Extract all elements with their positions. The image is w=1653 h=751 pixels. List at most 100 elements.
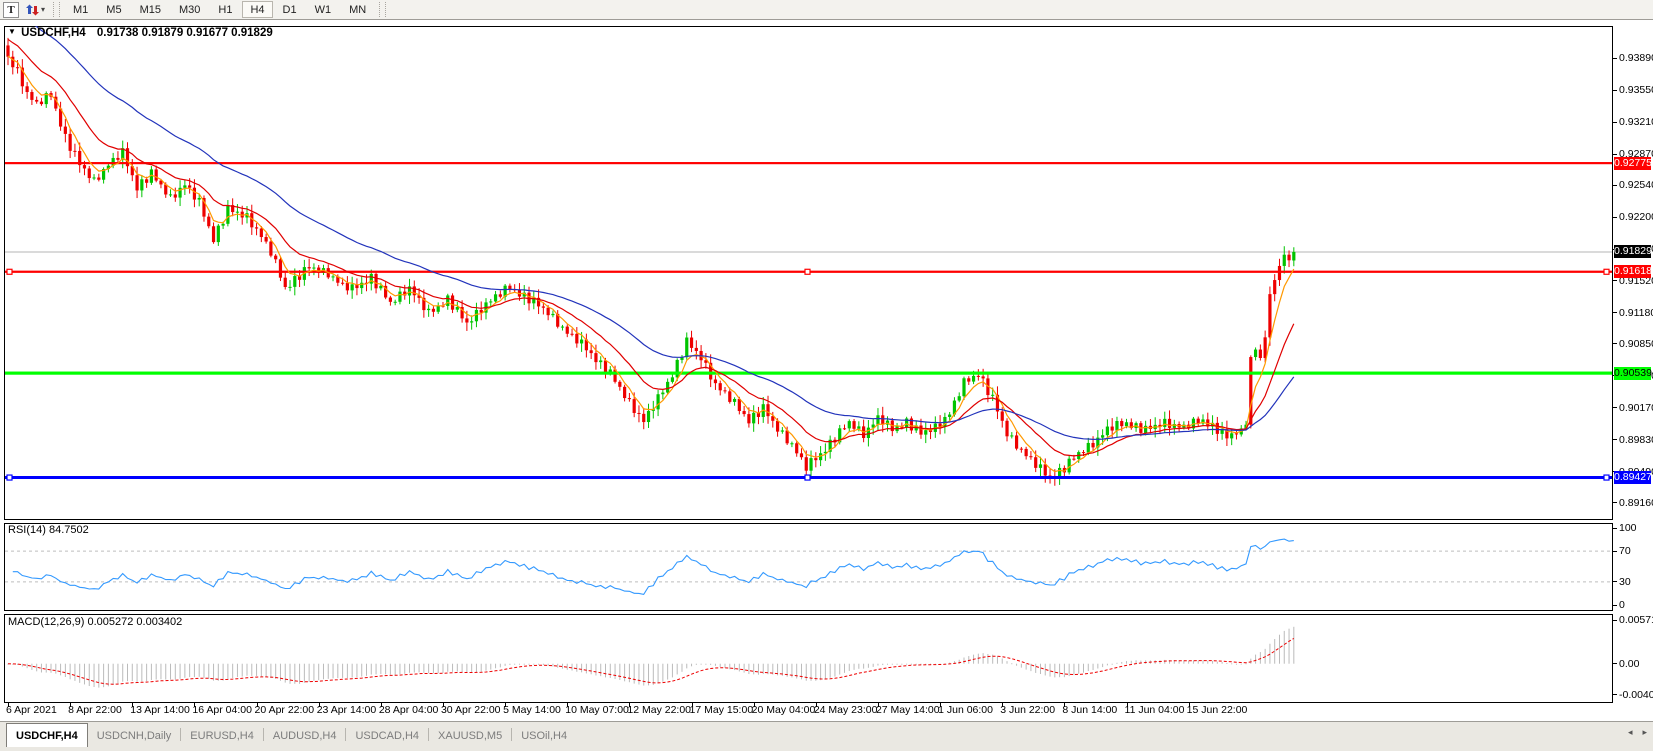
price-tick-mark <box>1613 122 1617 123</box>
time-tick-label: 12 May 22:00 <box>627 704 691 716</box>
chart-title: ▼ USDCHF,H4 0.91738 0.91879 0.91677 0.91… <box>8 27 273 39</box>
tab-usdchf-h4[interactable]: USDCHF,H4 <box>6 723 88 747</box>
macd-tick-mark <box>1613 694 1617 695</box>
time-tick-label: 16 Apr 04:00 <box>192 704 252 716</box>
time-tick-label: 10 May 07:00 <box>565 704 629 716</box>
price-tick-label: 0.93210 <box>1619 116 1653 128</box>
price-tick-mark <box>1613 312 1617 313</box>
line-handle <box>7 269 12 274</box>
time-tick-label: 20 Apr 22:00 <box>255 704 315 716</box>
time-tick-label: 20 May 04:00 <box>752 704 816 716</box>
timeframe-button-m5[interactable]: M5 <box>98 1 129 18</box>
chart-menu-marker-icon[interactable]: ▼ <box>8 27 16 36</box>
macd-tick-mark <box>1613 663 1617 664</box>
line-handle <box>805 269 810 274</box>
rsi-label: RSI(14) 84.7502 <box>8 524 89 536</box>
macd-tick-label: 0.00 <box>1619 658 1639 670</box>
time-tick-label: 28 Apr 04:00 <box>379 704 439 716</box>
price-tick-mark <box>1613 280 1617 281</box>
time-tick-label: 6 Apr 2021 <box>6 704 57 716</box>
time-tick-label: 27 May 14:00 <box>876 704 940 716</box>
tab-scroll-left-icon[interactable]: ◂ <box>1628 727 1633 738</box>
price-tick-label: 0.93890 <box>1619 52 1653 64</box>
rsi-tick-mark <box>1613 551 1617 552</box>
rsi-panel[interactable] <box>4 523 1613 611</box>
price-tick-label: 0.90850 <box>1619 338 1653 350</box>
dropdown-caret-icon: ▾ <box>41 5 45 14</box>
price-badge-0.90539: 0.90539 <box>1614 367 1651 380</box>
line-handle <box>1604 475 1609 480</box>
arrows-tool-button[interactable]: ▾ <box>21 2 49 17</box>
rsi-tick-mark <box>1613 528 1617 529</box>
time-tick-label: 11 Jun 04:00 <box>1125 704 1185 716</box>
rsi-tick-label: 30 <box>1619 576 1631 588</box>
time-tick-label: 13 Apr 14:00 <box>130 704 190 716</box>
toolbar-separator <box>53 2 60 17</box>
price-tick-mark <box>1613 58 1617 59</box>
timeframe-button-w1[interactable]: W1 <box>307 1 340 18</box>
price-tick-label: 0.89160 <box>1619 497 1653 509</box>
line-handle <box>1604 269 1609 274</box>
tab-scroll-arrows: ◂ ▸ <box>1628 727 1647 738</box>
price-tick-label: 0.90170 <box>1619 402 1653 414</box>
price-tick-mark <box>1613 502 1617 503</box>
price-badge-0.89427: 0.89427 <box>1614 471 1651 484</box>
price-tick-label: 0.92540 <box>1619 179 1653 191</box>
timeframe-button-mn[interactable]: MN <box>341 1 374 18</box>
tab-eurusd-h4[interactable]: EURUSD,H4 <box>181 725 263 747</box>
toolbar-separator2 <box>379 2 386 17</box>
timeframe-button-h1[interactable]: H1 <box>210 1 240 18</box>
timeframe-button-m1[interactable]: M1 <box>65 1 96 18</box>
line-handle <box>7 475 12 480</box>
price-tick-mark <box>1613 407 1617 408</box>
tab-xauusd-m5[interactable]: XAUUSD,M5 <box>429 725 511 747</box>
price-tick-mark <box>1613 439 1617 440</box>
macd-tick-label: -0.00409 <box>1619 689 1653 701</box>
time-tick-label: 24 May 23:00 <box>814 704 878 716</box>
chart-tab-bar: USDCHF,H4USDCNH,DailyEURUSD,H4AUDUSD,H4U… <box>0 721 1653 751</box>
timeframe-button-m15[interactable]: M15 <box>132 1 169 18</box>
price-tick-label: 0.91180 <box>1619 307 1653 319</box>
chart-symbol-period: USDCHF,H4 <box>21 27 86 39</box>
price-tick-label: 0.93550 <box>1619 84 1653 96</box>
main-chart-plot[interactable] <box>4 26 1613 520</box>
time-tick-label: 23 Apr 14:00 <box>317 704 377 716</box>
rsi-tick-label: 70 <box>1619 545 1631 557</box>
text-tool-button[interactable]: T <box>3 2 19 18</box>
price-tick-mark <box>1613 343 1617 344</box>
macd-tick-label: 0.005718 <box>1619 614 1653 626</box>
price-tick-mark <box>1613 90 1617 91</box>
time-tick-label: 8 Jun 14:00 <box>1062 704 1117 716</box>
time-tick-label: 30 Apr 22:00 <box>441 704 501 716</box>
price-badge-0.91618: 0.91618 <box>1614 265 1651 278</box>
tab-usoil-h4[interactable]: USOil,H4 <box>512 725 576 747</box>
toolbar: T ▾ M1M5M15M30H1H4D1W1MN <box>0 0 1653 20</box>
tab-audusd-h4[interactable]: AUDUSD,H4 <box>264 725 346 747</box>
timeframe-button-d1[interactable]: D1 <box>275 1 305 18</box>
timeframe-button-m30[interactable]: M30 <box>171 1 208 18</box>
tab-usdcad-h4[interactable]: USDCAD,H4 <box>346 725 428 747</box>
time-tick-label: 15 Jun 22:00 <box>1187 704 1248 716</box>
rsi-tick-mark <box>1613 605 1617 606</box>
price-tick-label: 0.92200 <box>1619 211 1653 223</box>
timeframe-toolbar: M1M5M15M30H1H4D1W1MN <box>64 1 375 18</box>
tab-usdcnh-daily[interactable]: USDCNH,Daily <box>88 725 181 747</box>
price-tick-mark <box>1613 217 1617 218</box>
chart-tabs: USDCHF,H4USDCNH,DailyEURUSD,H4AUDUSD,H4U… <box>0 722 576 747</box>
time-tick-label: 3 Jun 22:00 <box>1000 704 1055 716</box>
price-tick-label: 0.89830 <box>1619 434 1653 446</box>
tab-scroll-right-icon[interactable]: ▸ <box>1642 727 1647 738</box>
time-tick-label: 17 May 15:00 <box>690 704 754 716</box>
rsi-tick-label: 0 <box>1619 599 1625 611</box>
macd-tick-mark <box>1613 620 1617 621</box>
chart-ohlc-values: 0.91738 0.91879 0.91677 0.91829 <box>97 27 273 39</box>
macd-panel[interactable] <box>4 614 1613 703</box>
rsi-tick-mark <box>1613 581 1617 582</box>
timeframe-button-h4[interactable]: H4 <box>242 1 272 18</box>
arrow-objects-icon <box>25 4 39 16</box>
price-tick-mark <box>1613 185 1617 186</box>
line-handle <box>805 475 810 480</box>
price-badge-0.92775: 0.92775 <box>1614 157 1651 170</box>
price-tick-mark <box>1613 154 1617 155</box>
current-price-badge: 0.91829 <box>1614 245 1651 258</box>
